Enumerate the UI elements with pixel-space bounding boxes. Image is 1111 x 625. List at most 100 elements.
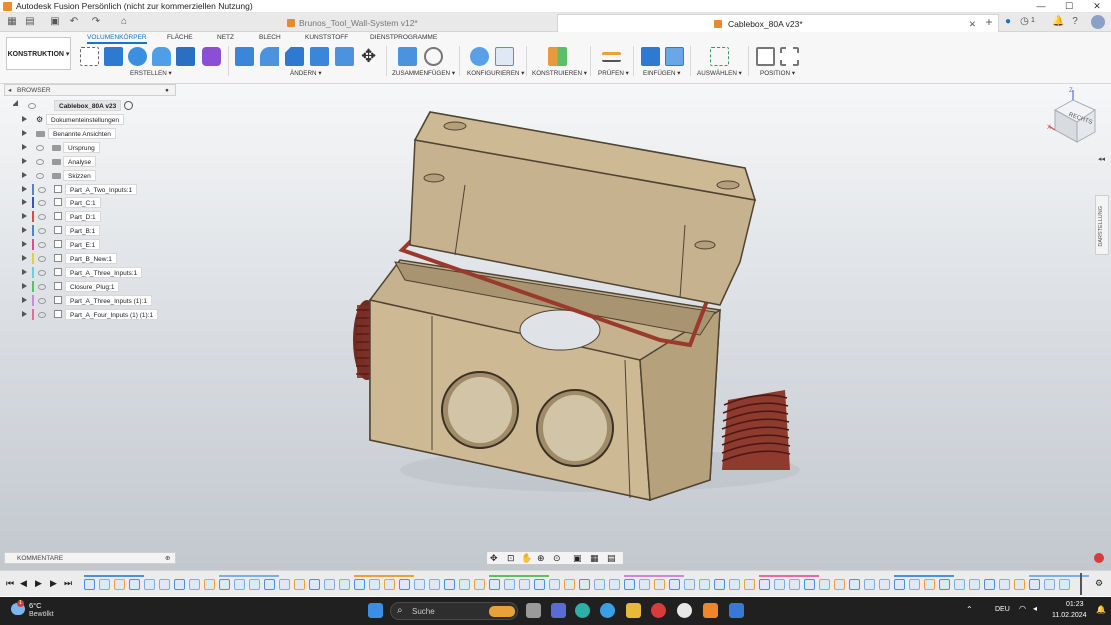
task-view-icon[interactable] xyxy=(526,603,541,618)
timeline-feature-icon[interactable] xyxy=(414,579,425,590)
visibility-icon[interactable] xyxy=(38,256,46,262)
select-icon[interactable] xyxy=(710,47,729,66)
timeline-feature-icon[interactable] xyxy=(549,579,560,590)
expand-icon[interactable] xyxy=(22,143,28,150)
move-icon[interactable]: ✥ xyxy=(359,47,378,66)
timeline-feature-icon[interactable] xyxy=(159,579,170,590)
visibility-icon[interactable] xyxy=(38,228,46,235)
joint-icon[interactable] xyxy=(424,47,443,66)
timeline-feature-icon[interactable] xyxy=(99,579,110,590)
app-icon[interactable] xyxy=(677,603,692,618)
expand-icon[interactable] xyxy=(22,116,28,122)
minimize-button[interactable]: — xyxy=(1027,0,1055,13)
timeline-feature-icon[interactable] xyxy=(924,579,935,590)
expand-root-icon[interactable] xyxy=(12,100,18,106)
group-position[interactable]: POSITION ▾ xyxy=(760,70,795,77)
form-icon[interactable] xyxy=(202,47,221,66)
configure-table-icon[interactable] xyxy=(495,47,514,66)
timeline-feature-icon[interactable] xyxy=(399,579,410,590)
timeline-feature-icon[interactable] xyxy=(519,579,530,590)
timeline-forward-icon[interactable]: ▶ xyxy=(50,578,57,589)
start-icon[interactable] xyxy=(368,603,383,618)
fillet-icon[interactable] xyxy=(260,47,279,66)
file-menu-icon[interactable]: ▤ xyxy=(24,16,36,28)
input-language[interactable]: DEU xyxy=(995,606,1010,613)
chamfer-icon[interactable] xyxy=(285,47,304,66)
tab-flaeche[interactable]: FLÄCHE xyxy=(167,34,193,41)
group-aendern[interactable]: ÄNDERN ▾ xyxy=(290,70,322,77)
timeline-feature-icon[interactable] xyxy=(369,579,380,590)
combine-icon[interactable] xyxy=(335,47,354,66)
look-at-icon[interactable]: ⊡ xyxy=(507,553,515,564)
visibility-icon[interactable] xyxy=(38,269,46,276)
timeline-feature-icon[interactable] xyxy=(324,579,335,590)
timeline-feature-icon[interactable] xyxy=(759,579,770,590)
revert-position-icon[interactable] xyxy=(780,47,799,66)
visibility-icon[interactable] xyxy=(38,200,46,207)
timeline-feature-icon[interactable] xyxy=(504,579,515,590)
timeline-feature-icon[interactable] xyxy=(144,579,155,590)
new-tab-icon[interactable]: + xyxy=(983,16,995,28)
timeline-feature-icon[interactable] xyxy=(129,579,140,590)
timeline-feature-icon[interactable] xyxy=(984,579,995,590)
outlook-icon[interactable] xyxy=(729,603,744,618)
extensions-icon[interactable]: ● xyxy=(1002,16,1014,28)
fusion-taskbar-icon[interactable] xyxy=(703,603,718,618)
display-settings-icon[interactable]: ▣ xyxy=(573,553,582,564)
tab-blech[interactable]: BLECH xyxy=(259,34,281,41)
create-sketch-icon[interactable] xyxy=(80,47,99,66)
timeline-feature-icon[interactable] xyxy=(894,579,905,590)
orbit-icon[interactable]: ✥ xyxy=(490,553,498,564)
jobs-icon[interactable]: ◷ xyxy=(1020,16,1029,28)
timeline-feature-icon[interactable] xyxy=(249,579,260,590)
expand-icon[interactable] xyxy=(22,199,28,206)
tab-brunos-tool[interactable]: Brunos_Tool_Wall-System v12* xyxy=(285,14,555,32)
expand-icon[interactable] xyxy=(22,255,28,261)
expand-icon[interactable] xyxy=(22,268,28,275)
zoom-icon[interactable]: ⊕ xyxy=(537,553,545,564)
pin-icon[interactable]: ● xyxy=(165,85,169,96)
viewports-icon[interactable]: ▤ xyxy=(607,553,616,564)
home-icon[interactable]: ⌂ xyxy=(118,16,130,28)
timeline-feature-icon[interactable] xyxy=(714,579,725,590)
timeline-feature-icon[interactable] xyxy=(339,579,350,590)
visibility-icon[interactable] xyxy=(38,283,46,290)
wifi-icon[interactable]: ◠ xyxy=(1019,604,1026,613)
visibility-icon[interactable] xyxy=(36,172,44,179)
expand-icon[interactable] xyxy=(22,213,28,220)
press-pull-icon[interactable] xyxy=(235,47,254,66)
chrome-icon[interactable] xyxy=(600,603,615,618)
volume-icon[interactable]: ◂ xyxy=(1033,604,1037,613)
timeline-feature-icon[interactable] xyxy=(309,579,320,590)
timeline-feature-icon[interactable] xyxy=(669,579,680,590)
timeline-feature-icon[interactable] xyxy=(699,579,710,590)
browser-item[interactable]: Ursprung xyxy=(0,141,180,153)
expand-icon[interactable] xyxy=(22,296,28,303)
visibility-icon[interactable] xyxy=(36,144,44,151)
offset-plane-icon[interactable] xyxy=(548,47,567,66)
timeline-end-icon[interactable]: ⏭ xyxy=(64,578,72,589)
group-auswaehlen[interactable]: AUSWÄHLEN ▾ xyxy=(697,70,742,77)
extrude-icon[interactable] xyxy=(104,47,123,66)
timeline-feature-icon[interactable] xyxy=(84,579,95,590)
insert-image-icon[interactable] xyxy=(665,47,684,66)
timeline-feature-icon[interactable] xyxy=(639,579,650,590)
clock-time[interactable]: 01:23 xyxy=(1066,601,1084,608)
timeline-feature-icon[interactable] xyxy=(174,579,185,590)
timeline-feature-icon[interactable] xyxy=(789,579,800,590)
taskbar-search[interactable]: ⌕ Suche xyxy=(390,602,518,620)
measure-icon[interactable] xyxy=(602,52,621,62)
visibility-icon[interactable] xyxy=(28,103,36,109)
pan-icon[interactable]: ✋ xyxy=(521,553,532,564)
expand-icon[interactable] xyxy=(22,241,28,248)
timeline-feature-icon[interactable] xyxy=(624,579,635,590)
group-konstruieren[interactable]: KONSTRUIEREN ▾ xyxy=(532,70,587,77)
timeline-feature-icon[interactable] xyxy=(444,579,455,590)
timeline-feature-icon[interactable] xyxy=(1044,579,1055,590)
timeline-feature-icon[interactable] xyxy=(819,579,830,590)
timeline-feature-icon[interactable] xyxy=(939,579,950,590)
timeline-feature-icon[interactable] xyxy=(204,579,215,590)
browser-item[interactable]: Part_A_Two_Inputs:1 xyxy=(0,183,180,195)
timeline-feature-icon[interactable] xyxy=(474,579,485,590)
timeline-feature-icon[interactable] xyxy=(609,579,620,590)
